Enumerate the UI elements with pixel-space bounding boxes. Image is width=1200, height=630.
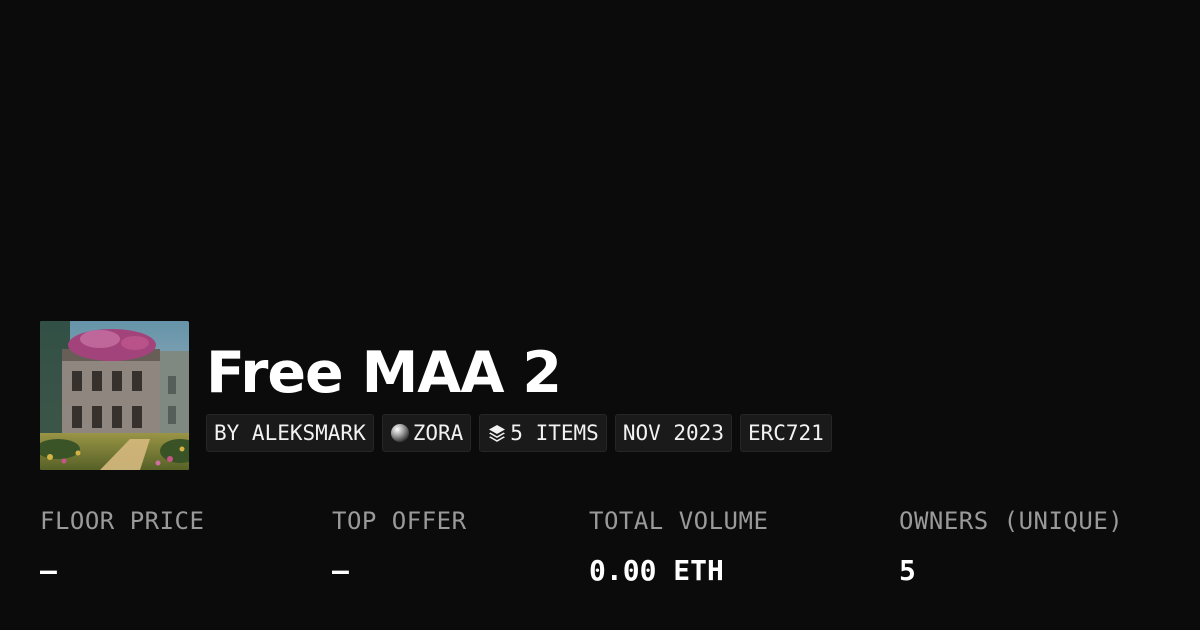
collection-header: Free MAA 2 BY ALEKSMARK ZORA 5 ITEMS NOV… [40, 321, 832, 470]
tag-creator-label: BY ALEKSMARK [214, 421, 366, 445]
zora-orb-icon [390, 423, 410, 443]
tag-item-count-label: 5 ITEMS [510, 421, 599, 445]
collection-thumbnail[interactable] [40, 321, 189, 470]
tag-standard-label: ERC721 [747, 421, 824, 445]
collection-tags: BY ALEKSMARK ZORA 5 ITEMS NOV 2023 ERC72… [206, 414, 832, 452]
collection-stats: FLOOR PRICE – TOP OFFER – TOTAL VOLUME 0… [40, 506, 1180, 606]
stat-total-volume-label: TOTAL VOLUME [589, 507, 769, 535]
stat-owners-label: OWNERS (UNIQUE) [899, 507, 1124, 535]
tag-chain[interactable]: ZORA [381, 414, 472, 452]
layers-icon [487, 423, 507, 443]
stat-owners: OWNERS (UNIQUE) 5 [899, 506, 1123, 588]
collection-artwork-image [40, 321, 189, 470]
stat-total-volume: TOTAL VOLUME 0.00 ETH [589, 506, 768, 588]
stat-total-volume-value: 0.00 ETH [589, 554, 724, 587]
stat-owners-value: 5 [899, 554, 916, 587]
tag-date[interactable]: NOV 2023 [614, 414, 732, 452]
collection-title: Free MAA 2 [206, 340, 562, 406]
tag-date-label: NOV 2023 [622, 421, 724, 445]
collection-info: Free MAA 2 BY ALEKSMARK ZORA 5 ITEMS NOV… [206, 321, 832, 452]
stat-floor-price-label: FLOOR PRICE [40, 507, 205, 535]
tag-standard[interactable]: ERC721 [739, 414, 832, 452]
stat-floor-price: FLOOR PRICE – [40, 506, 204, 588]
stat-top-offer-label: TOP OFFER [332, 507, 467, 535]
tag-chain-label: ZORA [412, 421, 464, 445]
tag-item-count[interactable]: 5 ITEMS [479, 414, 607, 452]
stat-floor-price-value: – [40, 554, 57, 587]
tag-creator[interactable]: BY ALEKSMARK [206, 414, 374, 452]
stat-top-offer-value: – [332, 554, 349, 587]
stat-top-offer: TOP OFFER – [332, 506, 467, 588]
